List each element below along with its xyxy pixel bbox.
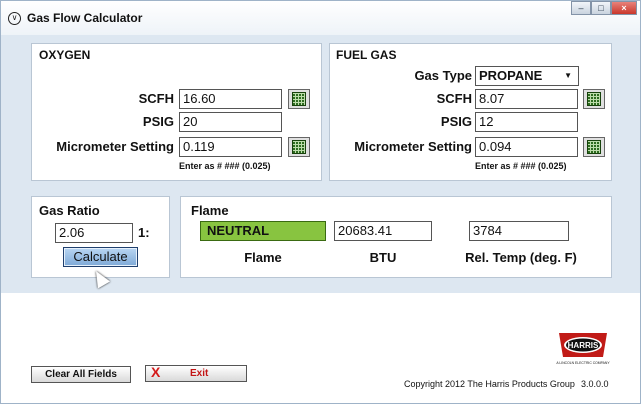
oxygen-psig-label: PSIG	[142, 114, 174, 129]
fuel-gas-title: FUEL GAS	[336, 48, 397, 62]
harris-logo-subtext: A LINCOLN ELECTRIC COMPANY	[556, 361, 610, 365]
oxygen-micrometer-field[interactable]: 0.119	[179, 137, 282, 157]
oxygen-psig-field[interactable]: 20	[179, 112, 282, 132]
minimize-button[interactable]: –	[571, 1, 591, 15]
harris-logo: HARRIS A LINCOLN ELECTRIC COMPANY	[553, 329, 613, 367]
fuel-micrometer-lookup-button[interactable]	[583, 137, 605, 157]
oxygen-micrometer-label: Micrometer Setting	[56, 139, 174, 154]
exit-button[interactable]: X Exit	[145, 365, 247, 382]
oxygen-micrometer-lookup-button[interactable]	[288, 137, 310, 157]
gas-type-label: Gas Type	[414, 68, 472, 83]
oxygen-scfh-field[interactable]: 16.60	[179, 89, 282, 109]
harris-logo-graphic: HARRIS A LINCOLN ELECTRIC COMPANY	[553, 329, 613, 367]
oxygen-scfh-label: SCFH	[138, 91, 174, 106]
rel-temp-field: 3784	[469, 221, 569, 241]
app-window: ∨ Gas Flow Calculator – □ × OXYGEN SCFH …	[0, 0, 641, 404]
oxygen-title: OXYGEN	[39, 48, 91, 62]
btu-field: 20683.41	[334, 221, 432, 241]
flame-title: Flame	[191, 203, 229, 218]
footer-area: Clear All Fields X Exit HARRIS A LINCOLN…	[1, 293, 640, 403]
gas-ratio-title: Gas Ratio	[39, 203, 100, 218]
dropdown-arrow-icon: ▼	[564, 71, 572, 80]
grid-icon	[292, 92, 306, 106]
gas-type-value: PROPANE	[479, 68, 543, 83]
fuel-micrometer-label: Micrometer Setting	[354, 139, 472, 154]
grid-icon	[292, 140, 306, 154]
flame-status-field: NEUTRAL	[200, 221, 326, 241]
title-bar: ∨ Gas Flow Calculator – □ ×	[1, 1, 640, 35]
flame-caption: Flame	[244, 250, 282, 265]
oxygen-format-hint: Enter as # ### (0.025)	[179, 161, 271, 171]
close-button[interactable]: ×	[611, 1, 637, 15]
calculate-button[interactable]: Calculate	[63, 247, 138, 267]
rel-temp-caption: Rel. Temp (deg. F)	[465, 250, 577, 265]
grid-icon	[587, 92, 601, 106]
fuel-scfh-lookup-button[interactable]	[583, 89, 605, 109]
fuel-micrometer-field[interactable]: 0.094	[475, 137, 578, 157]
grid-icon	[587, 140, 601, 154]
clear-all-fields-button[interactable]: Clear All Fields	[31, 366, 131, 383]
btu-caption: BTU	[369, 250, 397, 265]
version-text: 3.0.0.0	[581, 379, 609, 389]
harris-logo-text: HARRIS	[568, 341, 599, 350]
fuel-scfh-field[interactable]: 8.07	[475, 89, 578, 109]
app-menu-icon[interactable]: ∨	[8, 12, 21, 25]
fuel-scfh-label: SCFH	[436, 91, 472, 106]
maximize-button[interactable]: □	[591, 1, 611, 15]
flame-panel: Flame NEUTRAL 20683.41 3784 Flame BTU Re…	[180, 196, 612, 278]
fuel-gas-panel: FUEL GAS Gas Type PROPANE ▼ SCFH 8.07 PS…	[329, 43, 612, 181]
exit-label: Exit	[190, 368, 209, 379]
copyright-text: Copyright 2012 The Harris Products Group	[404, 379, 575, 389]
clear-all-fields-label: Clear All Fields	[45, 369, 117, 380]
fuel-format-hint: Enter as # ### (0.025)	[475, 161, 567, 171]
window-title: Gas Flow Calculator	[27, 11, 143, 25]
fuel-psig-field[interactable]: 12	[475, 112, 578, 132]
exit-x-icon: X	[151, 364, 161, 380]
gas-ratio-field[interactable]: 2.06	[55, 223, 133, 243]
gas-type-select[interactable]: PROPANE ▼	[475, 66, 579, 86]
oxygen-panel: OXYGEN SCFH 16.60 PSIG 20 Micrometer Set…	[31, 43, 322, 181]
oxygen-scfh-lookup-button[interactable]	[288, 89, 310, 109]
gas-ratio-suffix: 1:	[138, 225, 150, 240]
gas-ratio-panel: Gas Ratio 2.06 1: Calculate	[31, 196, 170, 289]
fuel-psig-label: PSIG	[440, 114, 472, 129]
mouse-cursor-icon	[89, 267, 111, 289]
window-controls: – □ ×	[571, 1, 637, 15]
